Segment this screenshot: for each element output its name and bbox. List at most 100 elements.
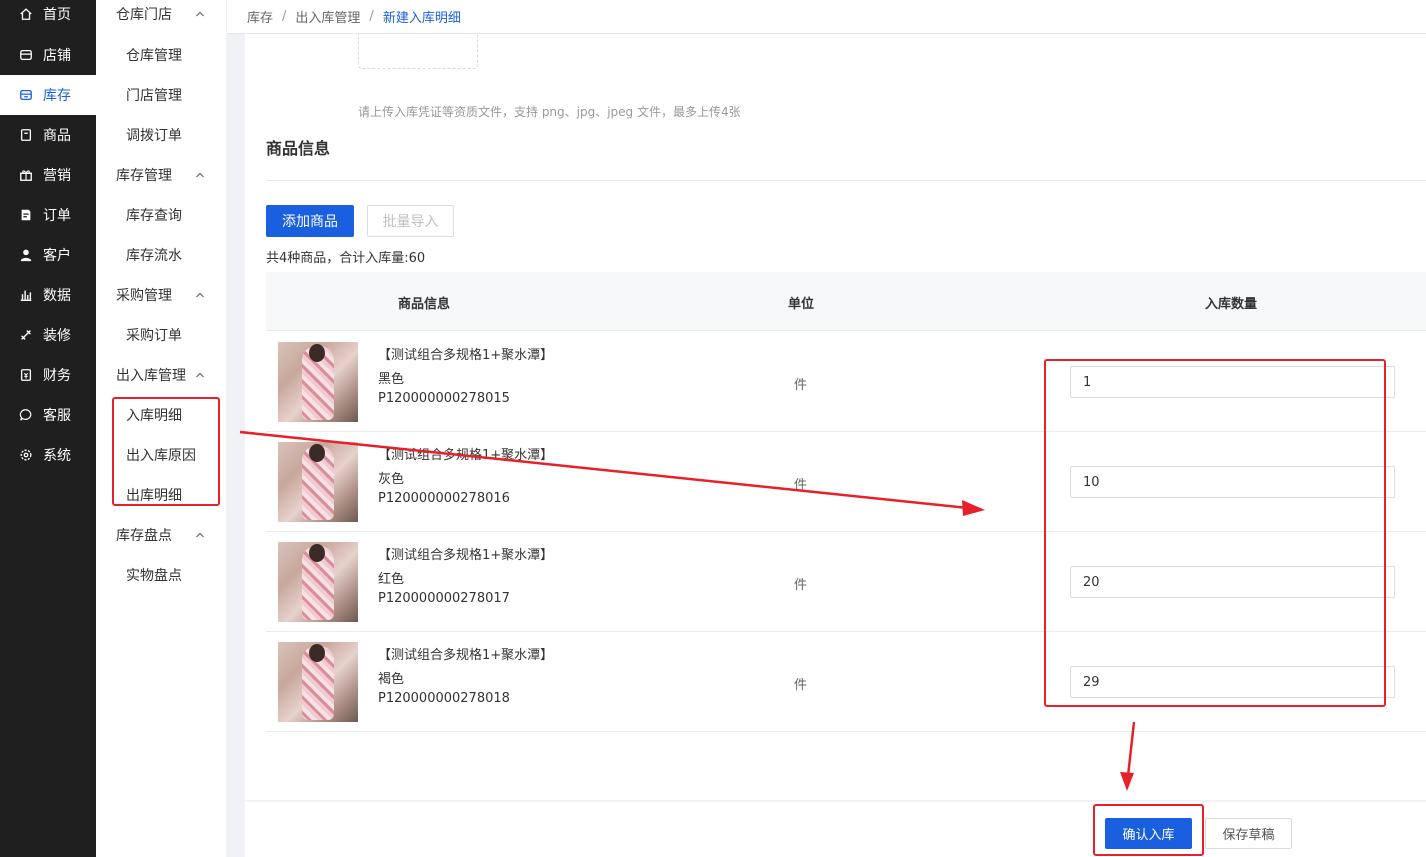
inventory-icon bbox=[19, 88, 33, 102]
nav-label: 营销 bbox=[43, 168, 71, 184]
nav-item-marketing[interactable]: 营销 bbox=[0, 155, 96, 195]
nav-label: 数据 bbox=[43, 288, 71, 304]
submenu-item-physical-count[interactable]: 实物盘点 bbox=[96, 555, 226, 595]
nav-label: 客服 bbox=[43, 408, 71, 424]
annotation-box-confirm bbox=[1093, 804, 1204, 856]
product-unit: 件 bbox=[794, 678, 808, 693]
product-name: 【测试组合多规格1+聚水潭】 bbox=[378, 448, 554, 463]
nav-label: 客户 bbox=[43, 248, 71, 264]
product-code: P120000000278016 bbox=[378, 491, 510, 506]
nav-item-product[interactable]: 商品 bbox=[0, 115, 96, 155]
gift-icon bbox=[19, 168, 33, 182]
product-image bbox=[278, 542, 358, 622]
breadcrumb-separator: / bbox=[369, 9, 374, 24]
submenu-item-stock-query[interactable]: 库存查询 bbox=[96, 195, 226, 235]
product-spec: 红色 bbox=[378, 572, 405, 587]
upload-tip: 请上传入库凭证等资质文件，支持 png、jpg、jpeg 文件，最多上传4张 bbox=[358, 105, 741, 119]
user-icon bbox=[19, 248, 33, 262]
chevron-up-icon bbox=[196, 372, 204, 378]
upload-box[interactable] bbox=[358, 34, 478, 69]
product-spec: 灰色 bbox=[378, 472, 405, 487]
nav-label: 系统 bbox=[43, 448, 71, 464]
product-image bbox=[278, 442, 358, 522]
footer-bar: 确认入库 保存草稿 bbox=[245, 802, 1426, 857]
breadcrumb-item[interactable]: 库存 bbox=[247, 7, 273, 26]
chevron-up-icon bbox=[196, 532, 204, 538]
chevron-up-icon bbox=[196, 172, 204, 178]
submenu-group-inout[interactable]: 出入库管理 bbox=[96, 355, 226, 395]
nav-label: 装修 bbox=[43, 328, 71, 344]
app-root: 首页 店铺 库存 商品 营销 订单 客户 数据 装修 财务 客服 系统 仓库门店… bbox=[0, 0, 1426, 857]
submenu-item-stock-flow[interactable]: 库存流水 bbox=[96, 235, 226, 275]
section-title: 商品信息 bbox=[266, 139, 331, 158]
nav-item-inventory[interactable]: 库存 bbox=[0, 75, 96, 115]
product-icon bbox=[19, 128, 33, 142]
product-unit: 件 bbox=[794, 378, 808, 393]
nav-item-finance[interactable]: 财务 bbox=[0, 355, 96, 395]
nav-item-data[interactable]: 数据 bbox=[0, 275, 96, 315]
submenu-group-stocktake[interactable]: 库存盘点 bbox=[96, 515, 226, 555]
gear-icon bbox=[19, 448, 33, 462]
order-icon bbox=[19, 208, 33, 222]
submenu-group-purchase[interactable]: 采购管理 bbox=[96, 275, 226, 315]
submenu-item-transfer-order[interactable]: 调拨订单 bbox=[96, 115, 226, 155]
nav-item-service[interactable]: 客服 bbox=[0, 395, 96, 435]
submenu-group-label: 库存管理 bbox=[116, 168, 172, 184]
nav-label: 首页 bbox=[43, 7, 71, 23]
finance-icon bbox=[19, 368, 33, 382]
nav-item-shop[interactable]: 店铺 bbox=[0, 35, 96, 75]
breadcrumb-separator: / bbox=[282, 9, 287, 24]
product-name: 【测试组合多规格1+聚水潭】 bbox=[378, 348, 554, 363]
decor-icon bbox=[19, 328, 33, 342]
product-name: 【测试组合多规格1+聚水潭】 bbox=[378, 548, 554, 563]
chevron-up-icon bbox=[196, 292, 204, 298]
product-unit: 件 bbox=[794, 478, 808, 493]
home-icon bbox=[19, 7, 33, 21]
save-draft-button[interactable]: 保存草稿 bbox=[1205, 818, 1292, 849]
breadcrumb-item[interactable]: 出入库管理 bbox=[295, 7, 360, 26]
submenu-group-label: 库存盘点 bbox=[116, 528, 172, 544]
nav-item-customer[interactable]: 客户 bbox=[0, 235, 96, 275]
annotation-box-submenu bbox=[112, 397, 220, 506]
breadcrumb-current: 新建入库明细 bbox=[382, 11, 461, 26]
add-product-button[interactable]: 添加商品 bbox=[266, 205, 354, 237]
product-image bbox=[278, 342, 358, 422]
chart-icon bbox=[19, 288, 33, 302]
main-nav: 首页 店铺 库存 商品 营销 订单 客户 数据 装修 财务 客服 系统 bbox=[0, 0, 96, 857]
breadcrumb: 库存 / 出入库管理 / 新建入库明细 bbox=[227, 0, 1426, 34]
nav-item-decor[interactable]: 装修 bbox=[0, 315, 96, 355]
shop-icon bbox=[19, 48, 33, 62]
product-spec: 黑色 bbox=[378, 372, 405, 387]
nav-item-system[interactable]: 系统 bbox=[0, 435, 96, 475]
nav-item-order[interactable]: 订单 bbox=[0, 195, 96, 235]
submenu-group-label: 采购管理 bbox=[116, 288, 172, 304]
submenu-item-warehouse-manage[interactable]: 仓库管理 bbox=[96, 35, 226, 75]
column-header-product: 商品信息 bbox=[398, 297, 451, 312]
column-header-qty: 入库数量 bbox=[1205, 297, 1258, 312]
submenu-group-stock[interactable]: 库存管理 bbox=[96, 155, 226, 195]
product-code: P120000000278018 bbox=[378, 691, 510, 706]
product-name: 【测试组合多规格1+聚水潭】 bbox=[378, 648, 554, 663]
nav-label: 店铺 bbox=[43, 48, 71, 64]
product-unit: 件 bbox=[794, 578, 808, 593]
section-divider bbox=[266, 180, 1426, 181]
product-spec: 褐色 bbox=[378, 672, 405, 687]
nav-label: 商品 bbox=[43, 128, 71, 144]
chat-icon bbox=[19, 408, 33, 422]
table-header: 商品信息 单位 入库数量 bbox=[266, 272, 1426, 331]
column-header-unit: 单位 bbox=[788, 297, 815, 312]
product-code: P120000000278017 bbox=[378, 591, 510, 606]
submenu-group-warehouse[interactable]: 仓库门店 bbox=[96, 0, 226, 34]
batch-import-button: 批量导入 bbox=[367, 205, 454, 237]
nav-item-home[interactable]: 首页 bbox=[0, 0, 96, 34]
submenu-group-label: 出入库管理 bbox=[116, 368, 186, 384]
submenu-group-label: 仓库门店 bbox=[116, 7, 172, 23]
nav-label: 财务 bbox=[43, 368, 71, 384]
submenu-item-purchase-order[interactable]: 采购订单 bbox=[96, 315, 226, 355]
goods-summary: 共4种商品，合计入库量:60 bbox=[266, 251, 426, 266]
chevron-up-icon bbox=[196, 11, 204, 17]
submenu-item-store-manage[interactable]: 门店管理 bbox=[96, 75, 226, 115]
product-code: P120000000278015 bbox=[378, 391, 510, 406]
nav-label: 库存 bbox=[43, 88, 71, 104]
annotation-box-quantity bbox=[1044, 359, 1386, 707]
